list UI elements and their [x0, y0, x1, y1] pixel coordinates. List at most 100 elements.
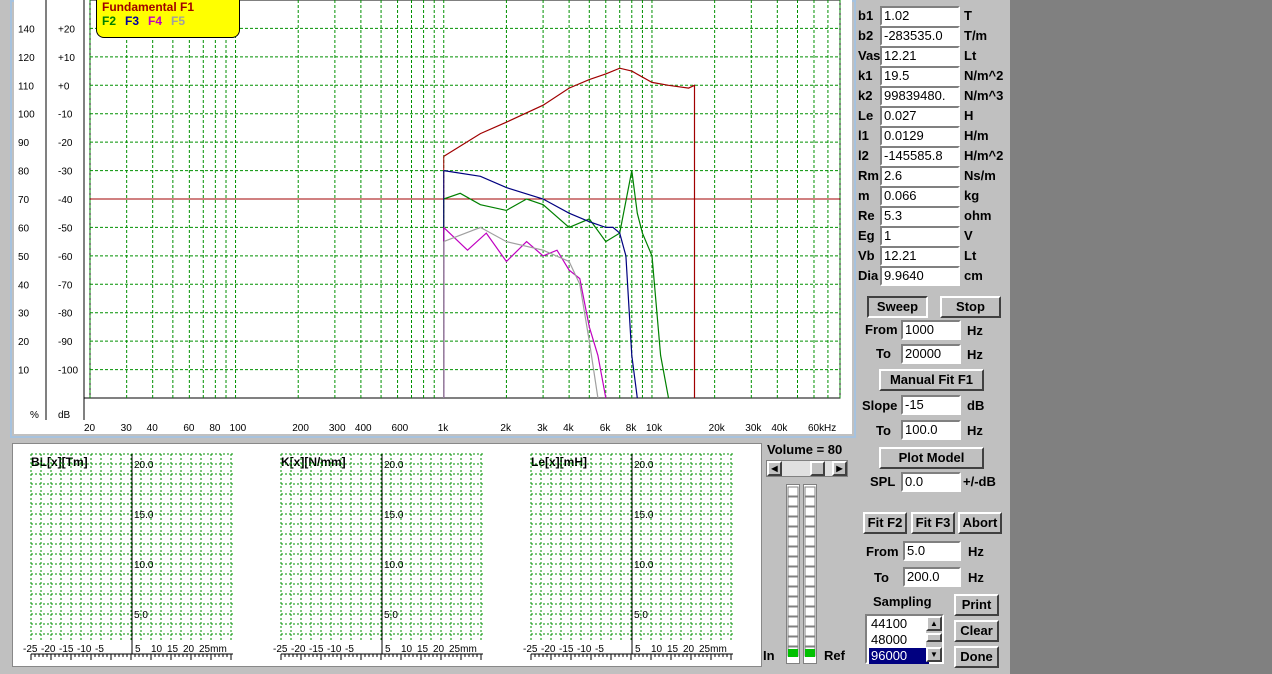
param-value-field[interactable]: -145585.8	[880, 146, 960, 166]
freq-tick-label: 20	[84, 423, 96, 434]
fit-f2-button[interactable]: Fit F2	[863, 512, 907, 534]
plot-model-button[interactable]: Plot Model	[879, 447, 984, 469]
fit-from-field[interactable]: 5.0	[903, 541, 961, 561]
volume-label: Volume = 80	[767, 442, 843, 457]
param-row-le: Le 0.027 H	[856, 106, 1010, 126]
param-value-field[interactable]: 0.027	[880, 106, 960, 126]
param-value-field[interactable]: 19.5	[880, 66, 960, 86]
stop-button[interactable]: Stop	[940, 296, 1001, 318]
param-value-field[interactable]: 1	[880, 226, 960, 246]
nl-y-tick: 15.0	[134, 510, 154, 521]
freq-tick-label: 60	[183, 423, 195, 434]
scroll-up-icon[interactable]: ▲	[926, 616, 942, 631]
param-value-field[interactable]: 0.066	[880, 186, 960, 206]
input-meter-segment	[787, 486, 799, 497]
sampling-option[interactable]: 96000	[869, 648, 929, 664]
freq-tick-label: 10k	[646, 423, 663, 434]
param-value-field[interactable]: 12.21	[880, 246, 960, 266]
abort-button[interactable]: Abort	[958, 512, 1002, 534]
param-value-field[interactable]: -283535.0	[880, 26, 960, 46]
nl-x-tick: -5	[595, 644, 604, 655]
sampling-options: 44100 48000 96000	[869, 616, 929, 664]
nl-y-tick: 15.0	[634, 510, 654, 521]
db-tick-label: -60	[58, 252, 73, 263]
background-strip	[1010, 0, 1272, 674]
param-unit: T/m	[964, 28, 988, 43]
param-label: k1	[858, 68, 873, 83]
ref-meter-segment	[804, 566, 816, 577]
freq-tick-label: 30k	[745, 423, 762, 434]
param-row-l2: l2 -145585.8 H/m^2	[856, 146, 1010, 166]
sweep-to-field[interactable]: 20000	[901, 344, 961, 364]
freq-tick-label: 6k	[600, 423, 612, 434]
nl-x-tick: 15	[667, 644, 679, 655]
sweep-from-field[interactable]: 1000	[901, 320, 961, 340]
db-tick-label: -20	[58, 138, 73, 149]
scroll-thumb[interactable]	[926, 633, 942, 642]
pct-tick-label: 70	[18, 195, 30, 206]
slope-field[interactable]: -15	[901, 395, 961, 415]
manual-fit-button[interactable]: Manual Fit F1	[879, 369, 984, 391]
fit-to-field[interactable]: 200.0	[903, 567, 961, 587]
nl-x-tick: -20	[541, 644, 556, 655]
volume-right-icon[interactable]: ▶	[832, 461, 847, 476]
nl-x-tick: 10	[401, 644, 413, 655]
sampling-option[interactable]: 44100	[869, 616, 929, 632]
pct-tick-label: 10	[18, 366, 30, 377]
fit-f3-button[interactable]: Fit F3	[911, 512, 955, 534]
param-value-field[interactable]: 0.0129	[880, 126, 960, 146]
param-label: m	[858, 188, 870, 203]
freq-tick-label: 80	[209, 423, 221, 434]
ref-meter-segment	[804, 546, 816, 557]
freq-unit-label: Hz	[824, 423, 836, 434]
db-tick-label: +20	[58, 24, 75, 35]
ref-meter-segment	[804, 606, 816, 617]
sweep-button[interactable]: Sweep	[867, 296, 928, 318]
ref-meter	[803, 484, 817, 664]
spl-field[interactable]: 0.0	[901, 472, 961, 492]
param-row-eg: Eg 1 V	[856, 226, 1010, 246]
param-value-field[interactable]: 1.02	[880, 6, 960, 26]
nl-x-tick: -5	[345, 644, 354, 655]
fit-from-unit: Hz	[968, 544, 984, 559]
sampling-listbox[interactable]: 44100 48000 96000 ▲ ▼	[865, 614, 944, 664]
param-unit: Lt	[964, 48, 977, 63]
scroll-down-icon[interactable]: ▼	[926, 647, 942, 662]
clear-button[interactable]: Clear	[954, 620, 999, 642]
nl-y-tick: 10.0	[134, 560, 154, 571]
done-button[interactable]: Done	[954, 646, 999, 668]
sampling-label: Sampling	[873, 594, 932, 609]
nl-x-tick: 20	[433, 644, 445, 655]
sampling-scrollbar[interactable]: ▲ ▼	[926, 616, 942, 662]
slope-to-label: To	[876, 423, 891, 438]
input-meter-segment	[787, 586, 799, 597]
nl-x-tick: 5	[135, 644, 141, 655]
nl-x-tick: -25	[23, 644, 38, 655]
spl-unit: +/-dB	[963, 474, 996, 489]
volume-thumb[interactable]	[810, 461, 825, 476]
input-meter-svg	[787, 486, 799, 657]
param-value-field[interactable]: 2.6	[880, 166, 960, 186]
pct-tick-label: 50	[18, 252, 30, 263]
volume-left-icon[interactable]: ◀	[767, 461, 782, 476]
param-value-field[interactable]: 9.9640	[880, 266, 960, 286]
freq-tick-label: 40	[147, 423, 159, 434]
param-value-field[interactable]: 5.3	[880, 206, 960, 226]
legend-title: Fundamental F1	[102, 0, 195, 14]
input-meter-segment	[787, 536, 799, 547]
param-value-field[interactable]: 99839480.	[880, 86, 960, 106]
volume-slider[interactable]: ◀ ▶	[766, 460, 848, 477]
pct-tick-label: 40	[18, 280, 30, 291]
nl-x-tick: -25	[273, 644, 288, 655]
nl-x-tick: -25	[523, 644, 538, 655]
print-button[interactable]: Print	[954, 594, 999, 616]
pct-tick-label: 80	[18, 167, 30, 178]
nl-x-tick: -10	[77, 644, 92, 655]
param-unit: Ns/m	[964, 168, 996, 183]
freq-tick-label: 20k	[709, 423, 726, 434]
nl-x-tick: -5	[95, 644, 104, 655]
slope-to-field[interactable]: 100.0	[901, 420, 961, 440]
db-tick-label: -80	[58, 309, 73, 320]
param-value-field[interactable]: 12.21	[880, 46, 960, 66]
sampling-option[interactable]: 48000	[869, 632, 929, 648]
